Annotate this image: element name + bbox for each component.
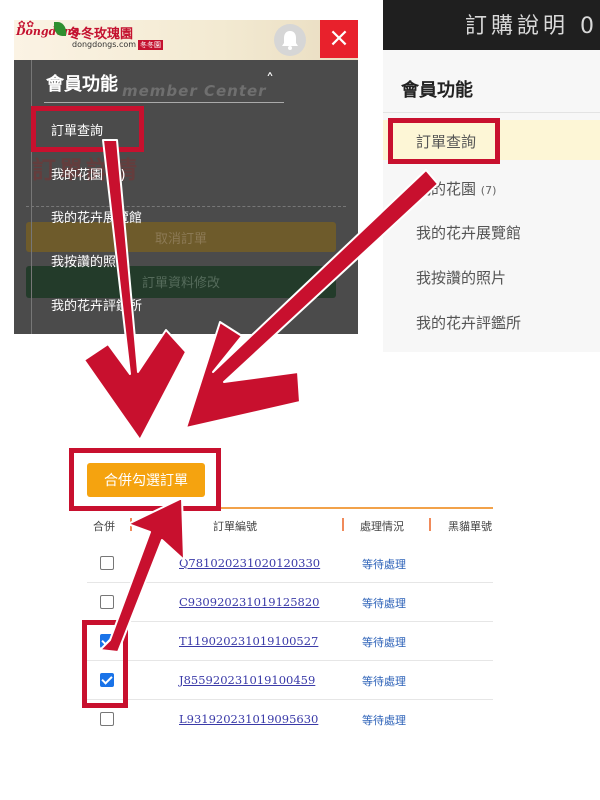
annotation-arrows (83, 139, 439, 653)
arrow-up-right-icon (99, 497, 185, 653)
arrow-down-left-icon (185, 169, 439, 429)
arrow-down-right-icon (83, 139, 187, 441)
